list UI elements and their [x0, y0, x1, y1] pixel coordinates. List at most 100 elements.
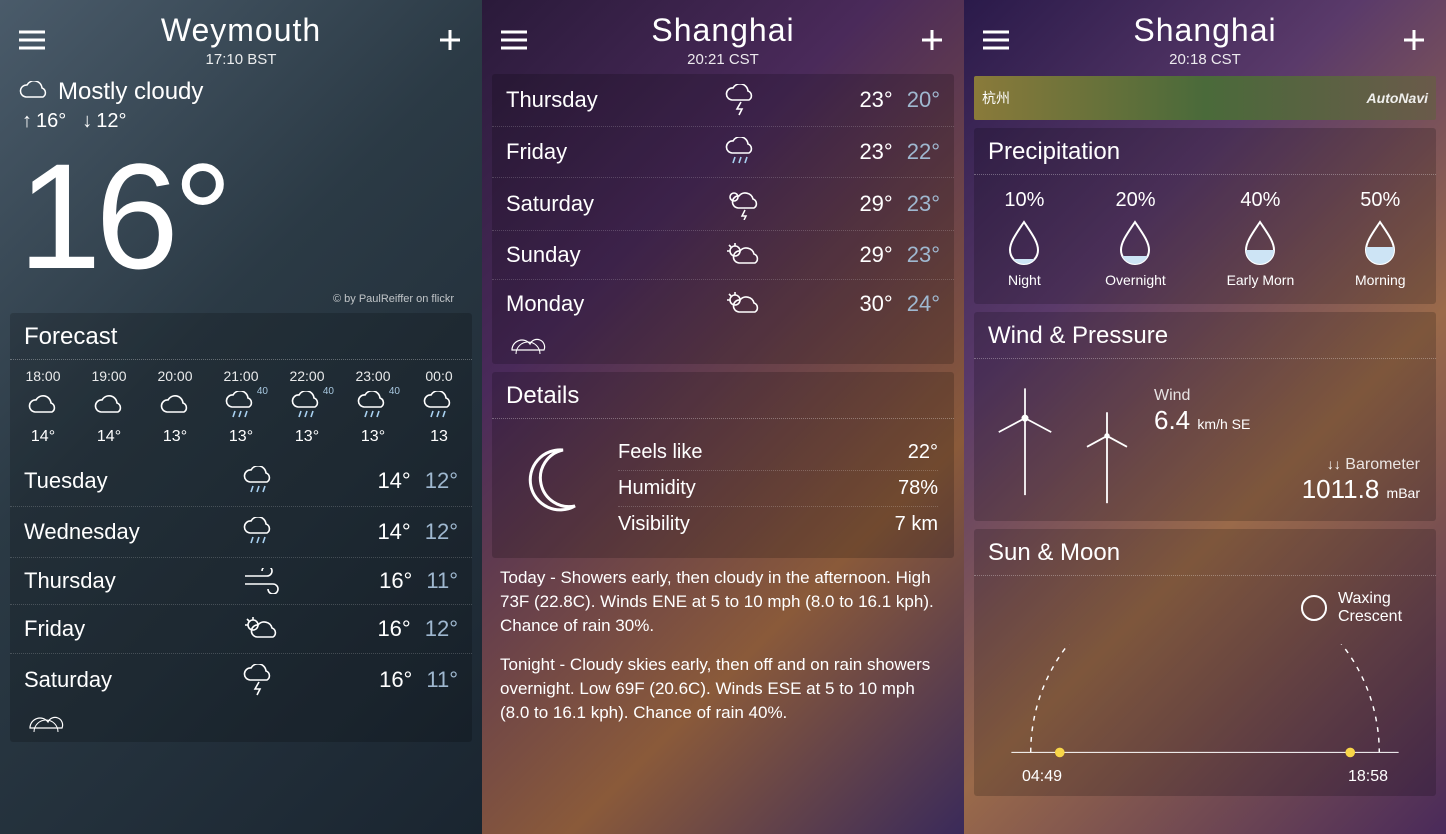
- daily-row[interactable]: Saturday29°23°: [492, 178, 954, 231]
- details-panel[interactable]: Details Feels like22° Humidity78% Visibi…: [492, 372, 954, 558]
- day-icon: [241, 615, 291, 643]
- cloud-icon: [18, 81, 50, 103]
- wind-pressure-panel[interactable]: Wind & Pressure Wind 6.4 km/h SE ↓↓ Baro…: [974, 312, 1436, 521]
- menu-button[interactable]: [18, 26, 46, 54]
- wunderground-icon: [24, 710, 68, 736]
- details-title: Details: [492, 372, 954, 419]
- moon-phase: Waxing Crescent: [992, 590, 1418, 626]
- hamburger-icon: [501, 30, 527, 50]
- day-icon: [723, 188, 773, 220]
- day-high: 23°: [859, 139, 892, 165]
- hourly-item[interactable]: 22:004013°: [274, 368, 340, 446]
- day-name: Thursday: [506, 87, 666, 113]
- daily-row[interactable]: Sunday29°23°: [492, 231, 954, 280]
- day-low: 22°: [907, 139, 940, 165]
- feels-like-label: Feels like: [618, 441, 702, 464]
- windmill-small-icon: [1072, 405, 1142, 505]
- hourly-item[interactable]: 00:013: [406, 368, 472, 446]
- day-icon: [723, 84, 773, 116]
- hourly-forecast[interactable]: 18:0014°19:0014°20:0013°21:004013°22:004…: [10, 360, 472, 456]
- menu-button[interactable]: [982, 26, 1010, 54]
- day-name: Thursday: [24, 568, 184, 594]
- pop: 40: [389, 386, 400, 397]
- precip-item: 40%Early Morn: [1227, 189, 1295, 288]
- day-low: 11°: [426, 568, 458, 594]
- sunrise-time: 04:49: [1022, 768, 1062, 786]
- hour-icon: 40: [340, 390, 406, 422]
- day-high: 16°: [379, 568, 412, 594]
- hourly-item[interactable]: 20:00 13°: [142, 368, 208, 446]
- precip-label: Morning: [1355, 272, 1406, 288]
- day-name: Saturday: [506, 191, 666, 217]
- weather-screen-shanghai-more: Shanghai 20:18 CST 杭州 AutoNavi Precipita…: [964, 0, 1446, 834]
- precipitation-panel[interactable]: Precipitation 10%Night20%Overnight40%Ear…: [974, 128, 1436, 304]
- forecast-narrative: Today - Showers early, then cloudy in th…: [482, 566, 964, 755]
- map-preview[interactable]: 杭州 AutoNavi: [974, 76, 1436, 120]
- topbar: Weymouth 17:10 BST: [0, 0, 482, 68]
- wunderground-logo[interactable]: [10, 706, 472, 742]
- hourly-item[interactable]: 21:004013°: [208, 368, 274, 446]
- daily-row[interactable]: Thursday23°20°: [492, 74, 954, 127]
- hour-temp: 14°: [76, 428, 142, 446]
- daily-row[interactable]: Wednesday14°12°: [10, 507, 472, 558]
- day-name: Saturday: [24, 667, 184, 693]
- forecast-panel[interactable]: Forecast 18:00 14° 19:00 14° 20:00 13° 21:00 40…: [10, 313, 472, 742]
- day-name: Wednesday: [24, 519, 184, 545]
- arrow-up-icon: ↑: [22, 110, 32, 132]
- add-location-button[interactable]: [436, 26, 464, 54]
- hour-time: 19:00: [76, 368, 142, 384]
- hour-time: 18:00: [10, 368, 76, 384]
- daily-row[interactable]: Tuesday14°12°: [10, 456, 472, 507]
- daily-panel[interactable]: Thursday23°20°Friday23°22°Saturday29°23°…: [492, 74, 954, 364]
- city-name: Shanghai: [1133, 12, 1276, 49]
- add-location-button[interactable]: [1400, 26, 1428, 54]
- daily-row[interactable]: Friday 23° 22°: [492, 127, 954, 178]
- add-location-button[interactable]: [918, 26, 946, 54]
- waxing-crescent-icon: [1300, 594, 1328, 622]
- moon-phase-label: Waxing Crescent: [1338, 590, 1418, 626]
- day-low: 23°: [907, 191, 940, 217]
- hour-temp: 13°: [142, 428, 208, 446]
- daily-row[interactable]: Saturday16°11°: [10, 654, 472, 706]
- high-temp: 16°: [36, 110, 66, 132]
- hamburger-icon: [983, 30, 1009, 50]
- daily-forecast: Tuesday14°12°Wednesday14°12° Thursday 16° 1…: [10, 456, 472, 706]
- hour-temp: 13: [406, 428, 472, 446]
- hour-temp: 14°: [10, 428, 76, 446]
- feels-like-row: Feels like22°: [618, 435, 938, 471]
- visibility-row: Visibility7 km: [618, 507, 938, 542]
- daily-row[interactable]: Friday16°12°: [10, 605, 472, 654]
- forecast-title: Forecast: [10, 313, 472, 360]
- hourly-item[interactable]: 23:004013°: [340, 368, 406, 446]
- daily-row[interactable]: Monday30°24°: [492, 280, 954, 328]
- hour-time: 21:00: [208, 368, 274, 384]
- day-low: 20°: [907, 87, 940, 113]
- precip-item: 10%Night: [1004, 189, 1044, 288]
- precip-pct: 40%: [1227, 189, 1295, 212]
- sun-moon-panel[interactable]: Sun & Moon Waxing Crescent 04:49 18:58: [974, 529, 1436, 796]
- plus-icon: [920, 28, 944, 52]
- barometer-value: 1011.8: [1302, 474, 1380, 504]
- day-icon: [723, 241, 773, 269]
- map-provider: AutoNavi: [1367, 90, 1428, 106]
- hour-time: 23:00: [340, 368, 406, 384]
- day-name: Sunday: [506, 242, 666, 268]
- day-low: 11°: [426, 667, 458, 693]
- day-high: 16°: [377, 616, 410, 642]
- moon-icon: [508, 435, 598, 525]
- raindrop-icon: [1115, 218, 1155, 266]
- day-icon: [241, 568, 291, 594]
- daily-row[interactable]: Thursday 16° 11°: [10, 558, 472, 605]
- topbar: Shanghai 20:21 CST: [482, 0, 964, 68]
- menu-button[interactable]: [500, 26, 528, 54]
- weather-screen-weymouth: Weymouth 17:10 BST Mostly cloudy ↑16° ↓1…: [0, 0, 482, 834]
- hour-time: 20:00: [142, 368, 208, 384]
- hourly-item[interactable]: 19:00 14°: [76, 368, 142, 446]
- barometer-unit: mBar: [1387, 485, 1420, 501]
- hourly-item[interactable]: 18:00 14°: [10, 368, 76, 446]
- day-name: Friday: [506, 139, 666, 165]
- wunderground-logo[interactable]: [492, 328, 954, 364]
- tonight-narrative: Tonight - Cloudy skies early, then off a…: [500, 653, 946, 724]
- arrow-down-icon: ↓: [82, 110, 92, 132]
- hour-icon: 40: [208, 390, 274, 422]
